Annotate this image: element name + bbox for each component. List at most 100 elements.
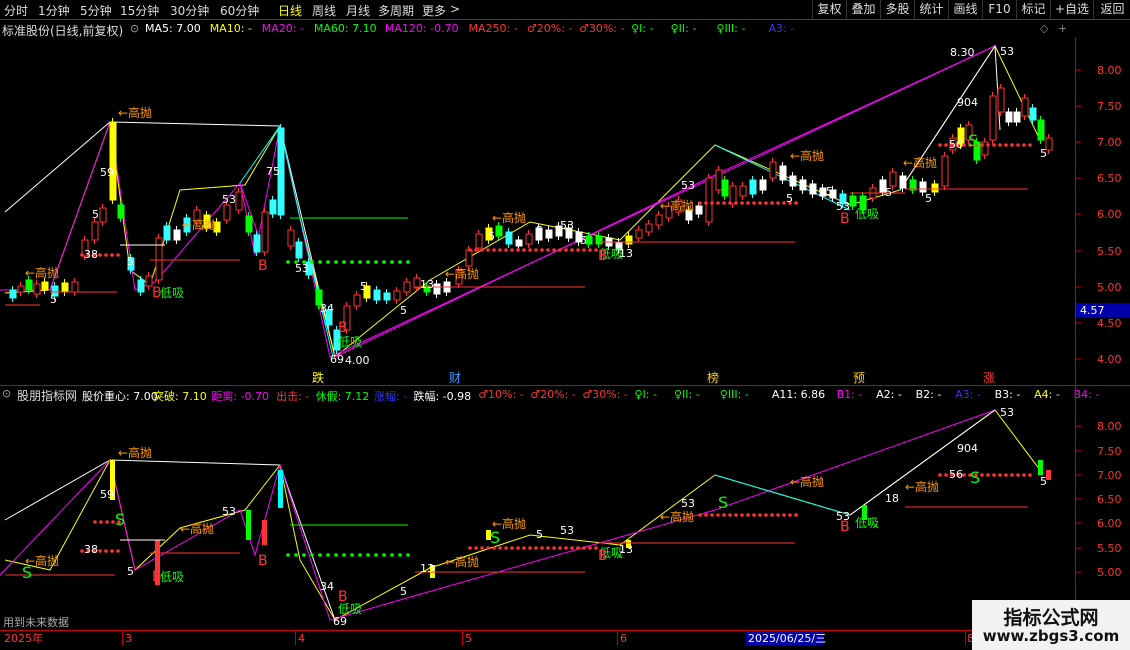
signal-dot <box>486 248 490 252</box>
signal-dot <box>286 260 290 264</box>
signal-label: ←高抛 <box>25 265 59 280</box>
candle-body <box>505 231 513 245</box>
signal-dot <box>342 553 346 557</box>
candle-body <box>715 169 723 191</box>
signal-dot <box>522 546 526 550</box>
candle-body <box>739 185 747 197</box>
candle-body <box>61 282 69 293</box>
sub-bar <box>1038 460 1043 475</box>
candle-body <box>919 181 927 193</box>
signal-dot <box>534 248 538 252</box>
signal-dot <box>286 553 290 557</box>
signal-dot <box>588 248 592 252</box>
signal-dot <box>110 549 114 553</box>
signal-dot <box>366 553 370 557</box>
signal-label: B <box>338 320 348 336</box>
signal-label: 53 <box>222 193 236 206</box>
signal-label: 53 <box>681 497 695 510</box>
candle-body <box>383 292 391 301</box>
cursor-date-label: 2025/06/25/三 <box>748 632 826 645</box>
signal-label: ←高抛 <box>182 217 216 232</box>
signal-label: 低吸 <box>855 207 879 221</box>
candle-body <box>899 175 907 189</box>
signal-dot <box>770 201 774 205</box>
sub-y-axis: 8.00 7.50 7.00 6.50 6.00 5.50 5.00 <box>1075 420 1122 579</box>
signal-dot <box>510 248 514 252</box>
signal-dot <box>546 248 550 252</box>
candle-body <box>109 121 117 201</box>
signal-label: S <box>968 131 978 150</box>
y-tick-label: 6.50 <box>1097 172 1122 185</box>
event-marker-yu[interactable]: 预 <box>853 371 865 385</box>
signal-dot <box>704 513 708 517</box>
candle-body <box>769 161 777 179</box>
y-tick-label: 4.50 <box>1097 317 1122 330</box>
candle-body <box>849 195 857 207</box>
signal-dot <box>728 201 732 205</box>
candle-body <box>789 175 797 187</box>
candle-body <box>353 294 361 307</box>
signal-label: 34 <box>320 302 334 315</box>
kline-chart[interactable]: 8.00 7.50 7.00 6.50 6.00 5.50 5.00 4.50 4.00 8.0… <box>0 0 1130 650</box>
y-tick-label: 5.00 <box>1097 281 1122 294</box>
y-tick-label: 7.00 <box>1097 469 1122 482</box>
signal-label: S <box>22 563 32 582</box>
signal-label: 69 <box>330 353 344 366</box>
future-data-note: 用到未来数据 <box>3 615 69 629</box>
signal-label: 5 <box>925 192 932 205</box>
signal-dot <box>716 513 720 517</box>
signal-dot <box>1004 143 1008 147</box>
event-marker-bang[interactable]: 榜 <box>707 370 719 385</box>
signal-dot <box>716 201 720 205</box>
signal-dot <box>318 553 322 557</box>
event-marker-die[interactable]: 跌 <box>312 370 324 385</box>
signal-label: ←高抛 <box>905 479 939 494</box>
signal-dot <box>93 520 97 524</box>
signal-label: 5 <box>400 304 407 317</box>
candle-body <box>91 221 99 241</box>
candle-body <box>545 229 553 239</box>
signal-label: 5 <box>1040 475 1047 488</box>
signal-dot <box>758 513 762 517</box>
candle-body <box>235 191 243 211</box>
signal-label: S <box>490 528 500 547</box>
signal-label: ←高抛 <box>790 148 824 163</box>
signal-label: 13 <box>619 247 633 260</box>
date-label-year: 2025年 <box>4 631 43 645</box>
event-marker-cai[interactable]: 财 <box>449 371 461 385</box>
signal-dot <box>1016 473 1020 477</box>
signal-label: 5 <box>536 528 543 541</box>
signal-dot <box>794 513 798 517</box>
signal-dot <box>728 513 732 517</box>
signal-dot <box>1004 473 1008 477</box>
signal-dot <box>528 248 532 252</box>
signal-dot <box>480 546 484 550</box>
candle-body <box>889 171 897 187</box>
candle-body <box>525 233 533 245</box>
signal-dot <box>758 201 762 205</box>
signal-dot <box>558 546 562 550</box>
signal-label: 5 <box>50 293 57 306</box>
signal-label: 5 <box>885 186 892 199</box>
candle-body <box>403 281 411 293</box>
signal-dot <box>334 260 338 264</box>
candle-body <box>433 283 441 295</box>
signal-label: ←高抛 <box>445 266 479 281</box>
signal-dot <box>104 253 108 257</box>
signal-dot <box>468 546 472 550</box>
date-axis: 2025年 3 4 5 6 8 2025/06/25/三 <box>4 630 974 645</box>
candle-body <box>25 279 33 291</box>
signal-dot <box>992 143 996 147</box>
signal-label: ←高抛 <box>445 554 479 569</box>
event-marker-zhang[interactable]: 涨 <box>983 370 995 385</box>
candle-body <box>705 177 713 223</box>
y-tick-label: 5.50 <box>1097 542 1122 555</box>
signal-label: 5 <box>1040 147 1047 160</box>
signal-label: 18 <box>885 492 899 505</box>
signal-label: 38 <box>84 248 98 261</box>
candle-body <box>729 185 737 205</box>
signal-dot <box>116 549 120 553</box>
signal-dot <box>98 253 102 257</box>
signal-label: B <box>152 285 162 301</box>
signal-label: B <box>258 258 268 274</box>
